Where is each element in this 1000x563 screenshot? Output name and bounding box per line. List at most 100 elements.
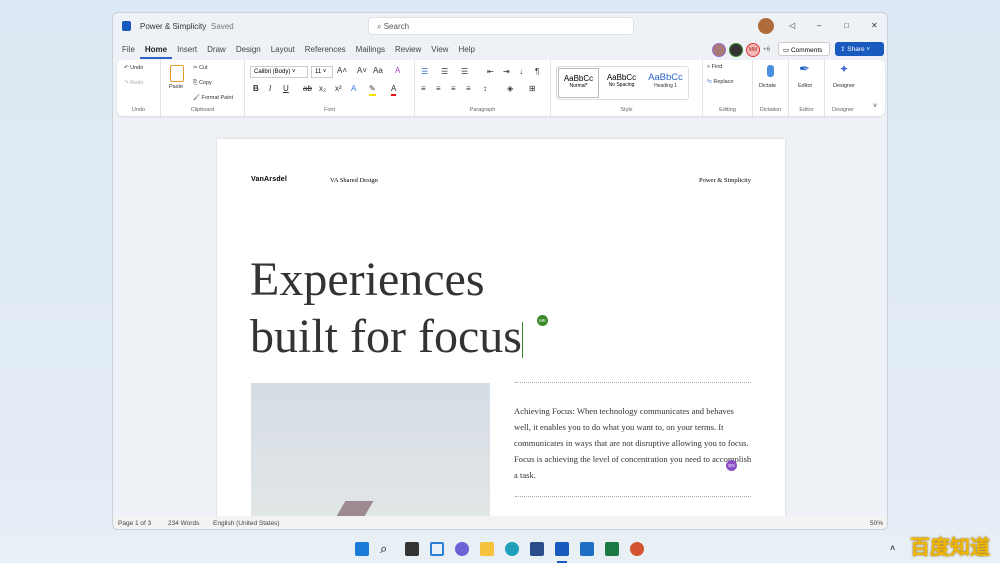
- tab-draw[interactable]: Draw: [202, 43, 231, 59]
- superscript-icon[interactable]: x²: [335, 84, 342, 94]
- designer-group: ✦ Designer Designer ˅: [825, 60, 885, 116]
- group-label: Font: [323, 107, 335, 113]
- collaborator-avatar-mm[interactable]: MM: [746, 43, 760, 57]
- tab-review[interactable]: Review: [390, 43, 426, 59]
- clear-formatting-icon[interactable]: A: [395, 66, 400, 76]
- justify-icon[interactable]: ≡: [466, 84, 471, 94]
- editor-pen-icon[interactable]: ✒: [799, 62, 810, 75]
- excel-icon[interactable]: [605, 542, 619, 556]
- file-explorer-icon[interactable]: [480, 542, 494, 556]
- language[interactable]: English (United States): [213, 520, 279, 527]
- outlook-icon[interactable]: [580, 542, 594, 556]
- tab-file[interactable]: File: [117, 43, 140, 59]
- word-count[interactable]: 234 Words: [168, 520, 199, 527]
- designer-button[interactable]: Designer: [833, 83, 855, 89]
- sort-icon[interactable]: ↓: [519, 67, 523, 77]
- style-no-spacing[interactable]: AaBbCc No Spacing: [601, 68, 642, 98]
- undo-group: ↶ Undo ↷ Redo Undo: [117, 60, 161, 116]
- teams-chat-icon[interactable]: [455, 542, 469, 556]
- tab-layout[interactable]: Layout: [266, 43, 300, 59]
- share-button[interactable]: ⇪ Share ˅: [835, 42, 884, 56]
- italic-icon[interactable]: I: [269, 84, 271, 94]
- cut-button[interactable]: ✂ Cut: [193, 65, 208, 71]
- shrink-font-icon[interactable]: A˅: [357, 66, 367, 76]
- edge-icon[interactable]: [505, 542, 519, 556]
- feedback-icon[interactable]: ◁: [789, 21, 795, 31]
- numbering-icon[interactable]: ☰: [441, 67, 448, 77]
- document-page[interactable]: VanArsdel VA Shared Design Power & Simpl…: [217, 139, 785, 523]
- tab-home[interactable]: Home: [139, 43, 173, 59]
- microphone-icon[interactable]: [767, 65, 774, 77]
- borders-icon[interactable]: ⊞: [529, 84, 536, 94]
- replace-button[interactable]: ᵇc Replace: [707, 79, 734, 85]
- collaborator-count[interactable]: +6: [763, 46, 770, 53]
- word-icon[interactable]: [555, 542, 569, 556]
- header-center: VA Shared Design: [330, 177, 378, 184]
- body-paragraph[interactable]: Achieving Focus: When technology communi…: [514, 403, 752, 483]
- shading-icon[interactable]: ◈: [507, 84, 513, 94]
- redo-button[interactable]: ↷ Redo: [124, 80, 143, 86]
- start-icon[interactable]: [355, 542, 369, 556]
- strikethrough-icon[interactable]: ab: [303, 84, 312, 94]
- align-left-icon[interactable]: ≡: [421, 84, 426, 94]
- underline-icon[interactable]: U: [283, 84, 289, 94]
- collaborator-avatar[interactable]: [712, 43, 726, 57]
- search-icon[interactable]: ⌕: [380, 542, 394, 556]
- tray-chevron-icon[interactable]: ˄: [890, 543, 895, 553]
- collapse-ribbon-icon[interactable]: ˅: [873, 102, 877, 112]
- task-view-icon[interactable]: [405, 542, 419, 556]
- align-center-icon[interactable]: ≡: [436, 84, 441, 94]
- font-color-icon[interactable]: A: [391, 84, 397, 96]
- align-right-icon[interactable]: ≡: [451, 84, 456, 94]
- store-icon[interactable]: [530, 542, 544, 556]
- highlight-icon[interactable]: ✎: [369, 84, 376, 96]
- format-paint-button[interactable]: 🖌 Format Paint: [193, 95, 233, 101]
- watermark: 百度知道: [910, 537, 990, 559]
- bold-icon[interactable]: B: [253, 84, 259, 94]
- editor-button[interactable]: Editor: [798, 83, 812, 89]
- multilevel-list-icon[interactable]: ☰: [461, 67, 468, 77]
- comments-button[interactable]: ▭ Comments: [778, 42, 830, 56]
- close-button[interactable]: ✕: [871, 21, 878, 31]
- decrease-indent-icon[interactable]: ⇤: [487, 67, 494, 77]
- style-heading-1[interactable]: AaBbCc Heading 1: [644, 68, 687, 98]
- tab-view[interactable]: View: [426, 43, 453, 59]
- increase-indent-icon[interactable]: ⇥: [503, 67, 510, 77]
- font-size-select[interactable]: 11 ˅: [311, 66, 333, 78]
- collaborator-avatar[interactable]: [729, 43, 743, 57]
- widgets-icon[interactable]: [430, 542, 444, 556]
- tab-design[interactable]: Design: [231, 43, 266, 59]
- powerpoint-icon[interactable]: [630, 542, 644, 556]
- line-spacing-icon[interactable]: ↕: [483, 84, 487, 94]
- page-count[interactable]: Page 1 of 3: [118, 520, 151, 527]
- paste-button[interactable]: Paste: [169, 84, 183, 90]
- tab-references[interactable]: References: [300, 43, 351, 59]
- paste-icon[interactable]: [170, 65, 184, 82]
- style-normal[interactable]: AaBbCc Normal*: [558, 68, 599, 98]
- show-marks-icon[interactable]: ¶: [535, 67, 539, 77]
- search-icon: ⌕: [377, 22, 384, 31]
- text-effects-icon[interactable]: A: [351, 84, 356, 94]
- subscript-icon[interactable]: x₂: [319, 84, 326, 94]
- copy-button[interactable]: ⎘ Copy: [193, 80, 212, 87]
- zoom-level[interactable]: 50%: [870, 520, 883, 527]
- tab-insert[interactable]: Insert: [172, 43, 202, 59]
- font-group: Calibri (Body) ˅ 11 ˅ A˄ A˅ Aa A B I U a…: [245, 60, 415, 116]
- user-avatar[interactable]: [758, 18, 774, 34]
- grow-font-icon[interactable]: A˄: [337, 66, 347, 76]
- change-case-icon[interactable]: Aa: [373, 66, 383, 76]
- search-box[interactable]: ⌕ Search: [368, 17, 634, 35]
- tab-help[interactable]: Help: [453, 43, 479, 59]
- word-window: Power & Simplicity Saved ⌕ Search ◁ – □ …: [112, 12, 888, 530]
- bullets-icon[interactable]: ☰: [421, 67, 428, 77]
- maximize-button[interactable]: □: [844, 21, 849, 31]
- designer-wand-icon[interactable]: ✦: [839, 63, 849, 75]
- dictate-button[interactable]: Dictate: [759, 83, 776, 89]
- minimize-button[interactable]: –: [817, 21, 821, 31]
- undo-button[interactable]: ↶ Undo: [124, 65, 143, 71]
- vanarsdel-logo: VanArsdel: [251, 176, 288, 183]
- find-button[interactable]: ⌕ Find: [707, 64, 722, 71]
- font-name-select[interactable]: Calibri (Body) ˅: [250, 66, 308, 78]
- tab-mailings[interactable]: Mailings: [351, 43, 390, 59]
- building-image[interactable]: [251, 383, 490, 523]
